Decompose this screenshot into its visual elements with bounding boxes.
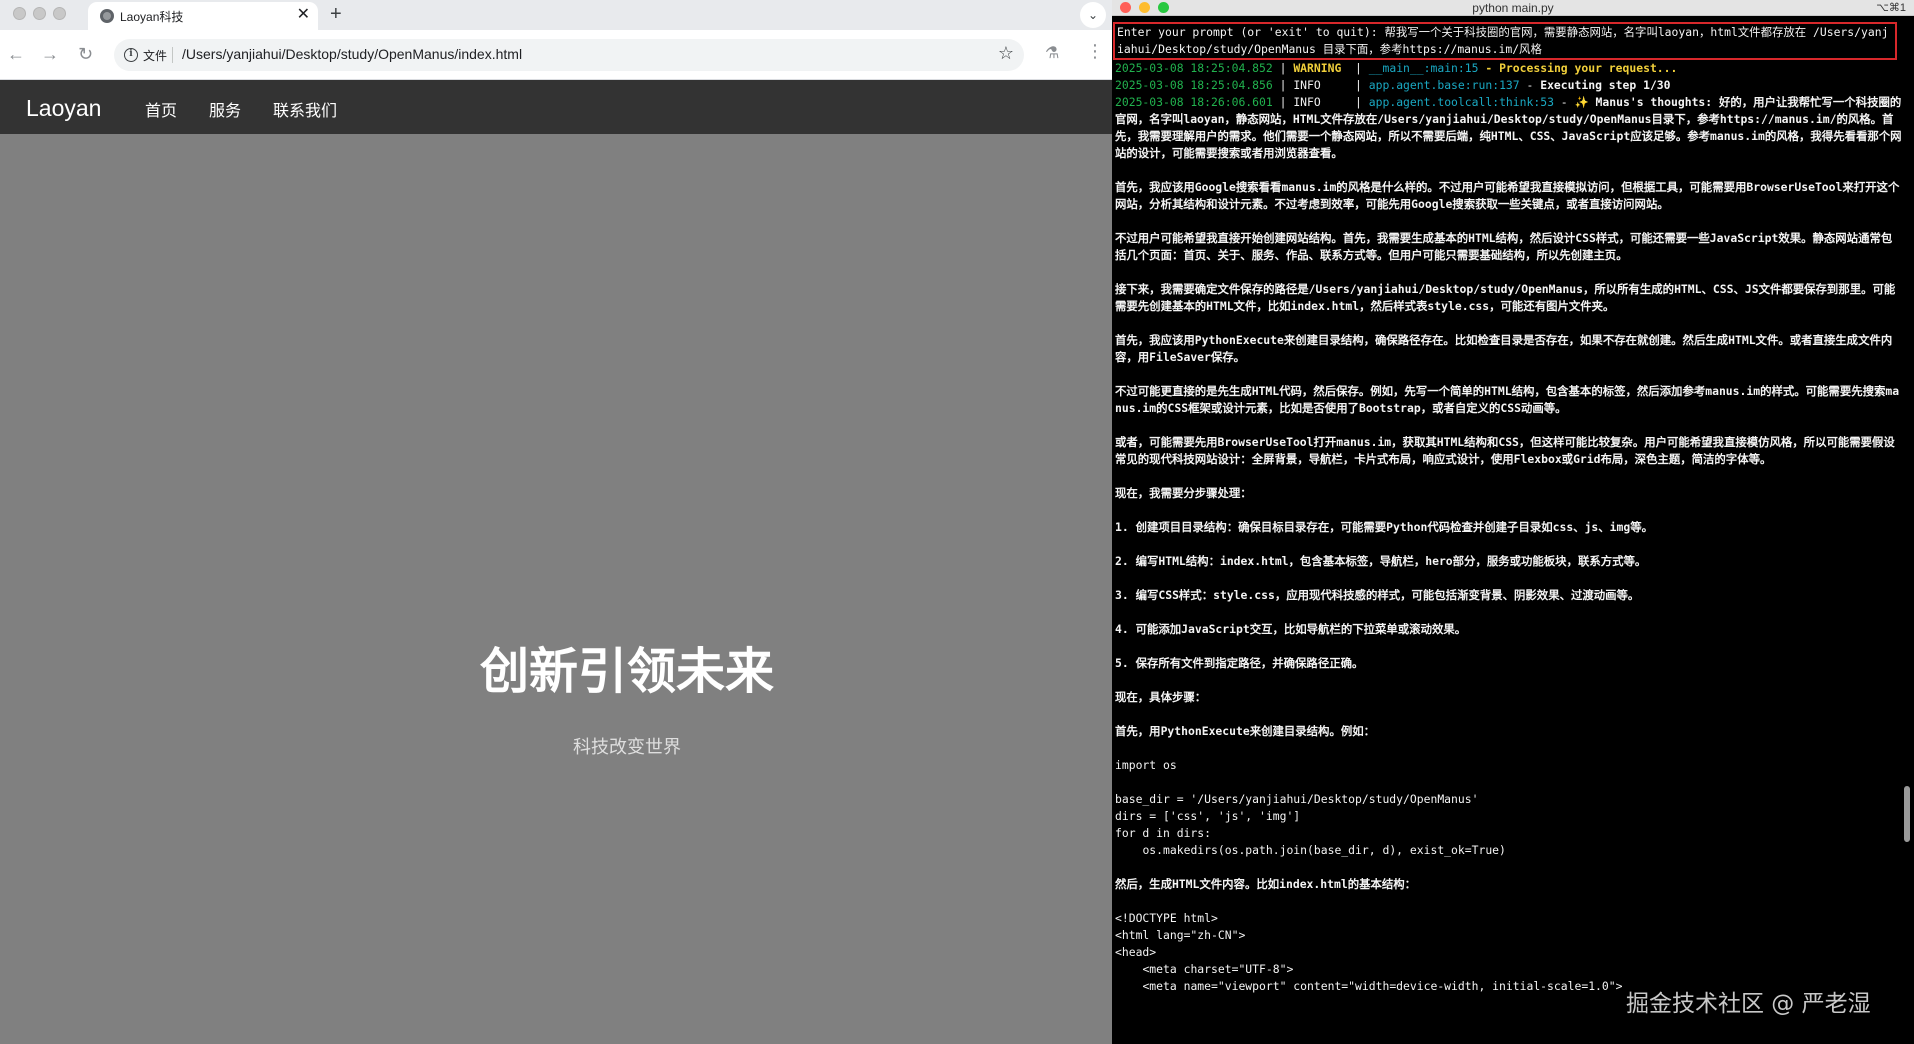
code-line: for d in dirs: bbox=[1115, 826, 1212, 840]
terminal-title: python main.py bbox=[1472, 1, 1554, 15]
window-zoom-button[interactable] bbox=[53, 7, 66, 20]
tab-close-icon[interactable]: ✕ bbox=[297, 6, 310, 24]
terminal-output[interactable]: Enter your prompt (or 'exit' to quit): 帮… bbox=[1113, 22, 1903, 995]
terminal-shortcut: ⌥⌘1 bbox=[1876, 2, 1906, 14]
code-line: os.makedirs(os.path.join(base_dir, d), e… bbox=[1115, 843, 1506, 857]
log-line: 2025-03-08 18:25:04.852 | WARNING | __ma… bbox=[1115, 60, 1903, 77]
address-bar[interactable]: i 文件 /Users/yanjiahui/Desktop/study/Open… bbox=[114, 39, 1024, 71]
thought-paragraph: 现在，具体步骤： bbox=[1115, 690, 1207, 704]
html-code-line: <head> bbox=[1115, 945, 1157, 959]
log-source: app.agent.base:run:137 bbox=[1368, 78, 1520, 92]
log-message: Processing your request... bbox=[1499, 61, 1678, 75]
log-separator: | bbox=[1348, 61, 1369, 75]
window-close-button[interactable] bbox=[13, 7, 26, 20]
python-code-block: base_dir = '/Users/yanjiahui/Desktop/stu… bbox=[1115, 791, 1903, 859]
html-code-line: <html lang="zh-CN"> bbox=[1115, 928, 1246, 942]
globe-icon bbox=[100, 9, 114, 23]
forward-arrow-icon[interactable]: → bbox=[41, 43, 59, 65]
log-level: WARNING bbox=[1293, 61, 1349, 75]
log-source: __main__:main:15 bbox=[1368, 61, 1479, 75]
thought-paragraphs: 首先，我应该用Google搜索看看manus.im的风格是什么样的。不过用户可能… bbox=[1115, 179, 1903, 740]
thought-paragraph: 接下来，我需要确定文件保存的路径是/Users/yanjiahui/Deskto… bbox=[1115, 282, 1896, 313]
browser-menu-icon[interactable]: ⋮ bbox=[1086, 41, 1104, 62]
chip-divider bbox=[172, 47, 173, 63]
log-line: 2025-03-08 18:26:06.601 | INFO | app.age… bbox=[1115, 94, 1903, 162]
log-level: INFO bbox=[1293, 95, 1349, 109]
prompt-input-line: Enter your prompt (or 'exit' to quit): 帮… bbox=[1113, 22, 1897, 60]
log-separator: | bbox=[1272, 78, 1294, 92]
terminal-titlebar: python main.py ⌥⌘1 bbox=[1112, 0, 1914, 16]
nav-link-contact[interactable]: 联系我们 bbox=[273, 97, 337, 121]
log-separator: - bbox=[1519, 78, 1541, 92]
url-text[interactable]: /Users/yanjiahui/Desktop/study/OpenManus… bbox=[182, 46, 522, 62]
thought-paragraph: 不过用户可能希望我直接开始创建网站结构。首先，我需要生成基本的HTML结构，然后… bbox=[1115, 231, 1893, 262]
thought-paragraph: 5. 保存所有文件到指定路径，并确保路径正确。 bbox=[1115, 656, 1364, 670]
labs-flask-icon[interactable]: ⚗ bbox=[1045, 43, 1059, 63]
window-minimize-button[interactable] bbox=[33, 7, 46, 20]
terminal-scrollbar[interactable] bbox=[1904, 786, 1910, 842]
log-separator: - bbox=[1478, 61, 1500, 75]
log-timestamp: 2025-03-08 18:25:04.852 bbox=[1115, 61, 1273, 75]
new-tab-button[interactable]: + bbox=[330, 3, 342, 25]
thought-paragraph: 首先，我应该用Google搜索看看manus.im的风格是什么样的。不过用户可能… bbox=[1115, 180, 1900, 211]
log-level: INFO bbox=[1293, 78, 1349, 92]
tab-title: Laoyan科技 bbox=[120, 10, 184, 24]
html-code-line: <!DOCTYPE html> bbox=[1115, 911, 1218, 925]
hero-title: 创新引领未来 bbox=[479, 643, 774, 700]
log-lines: 2025-03-08 18:25:04.852 | WARNING | __ma… bbox=[1115, 60, 1903, 162]
thought-paragraph: 首先，我应该用PythonExecute来创建目录结构，确保路径存在。比如检查目… bbox=[1115, 333, 1893, 364]
code-line: base_dir = '/Users/yanjiahui/Desktop/stu… bbox=[1115, 792, 1479, 806]
site-navbar: Laoyan 首页 服务 联系我们 bbox=[0, 80, 1112, 134]
log-timestamp: 2025-03-08 18:26:06.601 bbox=[1115, 95, 1273, 109]
file-scheme-chip[interactable]: 文件 bbox=[143, 47, 167, 64]
site-logo[interactable]: Laoyan bbox=[26, 95, 101, 122]
browser-window: Laoyan科技 ✕ + ⌄ ← → ↻ i 文件 /Users/yanjiah… bbox=[0, 0, 1112, 1044]
log-separator: | bbox=[1272, 61, 1294, 75]
nav-link-services[interactable]: 服务 bbox=[209, 97, 241, 121]
tab-strip: Laoyan科技 ✕ + ⌄ bbox=[0, 0, 1112, 32]
thought-paragraph: 现在，我需要分步骤处理： bbox=[1115, 486, 1252, 500]
thought-paragraph: 不过可能更直接的是先生成HTML代码，然后保存。例如，先写一个简单的HTML结构… bbox=[1115, 384, 1900, 415]
code-import: import os bbox=[1115, 758, 1177, 772]
log-source: app.agent.toolcall:think:53 bbox=[1368, 95, 1554, 109]
html-code-block: <!DOCTYPE html> <html lang="zh-CN"> <head>… bbox=[1115, 910, 1903, 995]
hero-subtitle: 科技改变世界 bbox=[573, 737, 681, 758]
log-message: Executing step 1/30 bbox=[1540, 78, 1671, 92]
bookmark-star-icon[interactable]: ☆ bbox=[998, 43, 1014, 64]
after-code-text: 然后，生成HTML文件内容。比如index.html的基本结构： bbox=[1115, 877, 1417, 891]
thought-paragraph: 2. 编写HTML结构：index.html，包含基本标签，导航栏，hero部分… bbox=[1115, 554, 1647, 568]
thought-paragraph: 1. 创建项目目录结构：确保目标目录存在，可能需要Python代码检查并创建子目… bbox=[1115, 520, 1654, 534]
browser-toolbar: ← → ↻ i 文件 /Users/yanjiahui/Desktop/stud… bbox=[0, 30, 1112, 80]
log-separator: | bbox=[1272, 95, 1294, 109]
log-timestamp: 2025-03-08 18:25:04.856 bbox=[1115, 78, 1273, 92]
log-separator: | bbox=[1348, 78, 1369, 92]
prompt-text: Enter your prompt (or 'exit' to quit): 帮… bbox=[1117, 25, 1889, 56]
thought-paragraph: 首先，用PythonExecute来创建目录结构。例如： bbox=[1115, 724, 1376, 738]
nav-link-home[interactable]: 首页 bbox=[145, 97, 177, 121]
html-code-line: <meta charset="UTF-8"> bbox=[1115, 962, 1294, 976]
back-arrow-icon[interactable]: ← bbox=[7, 43, 25, 65]
log-separator: - bbox=[1553, 95, 1575, 109]
log-line: 2025-03-08 18:25:04.856 | INFO | app.age… bbox=[1115, 77, 1903, 94]
watermark: 掘金技术社区 @ 严老湿 bbox=[1626, 991, 1871, 1017]
browser-tab[interactable]: Laoyan科技 ✕ bbox=[88, 2, 318, 32]
log-separator: | bbox=[1348, 95, 1369, 109]
info-icon[interactable]: i bbox=[124, 48, 138, 62]
thought-paragraph: 或者，可能需要先用BrowserUseTool打开manus.im，获取其HTM… bbox=[1115, 435, 1895, 466]
terminal-window: python main.py ⌥⌘1 Enter your prompt (or… bbox=[1112, 0, 1914, 1044]
code-line: dirs = ['css', 'js', 'img'] bbox=[1115, 809, 1301, 823]
thought-paragraph: 4. 可能添加JavaScript交互，比如导航栏的下拉菜单或滚动效果。 bbox=[1115, 622, 1467, 636]
reload-icon[interactable]: ↻ bbox=[78, 43, 93, 65]
tab-search-button[interactable]: ⌄ bbox=[1080, 2, 1106, 28]
thought-paragraph: 3. 编写CSS样式：style.css，应用现代科技感的样式，可能包括渐变背景… bbox=[1115, 588, 1640, 602]
